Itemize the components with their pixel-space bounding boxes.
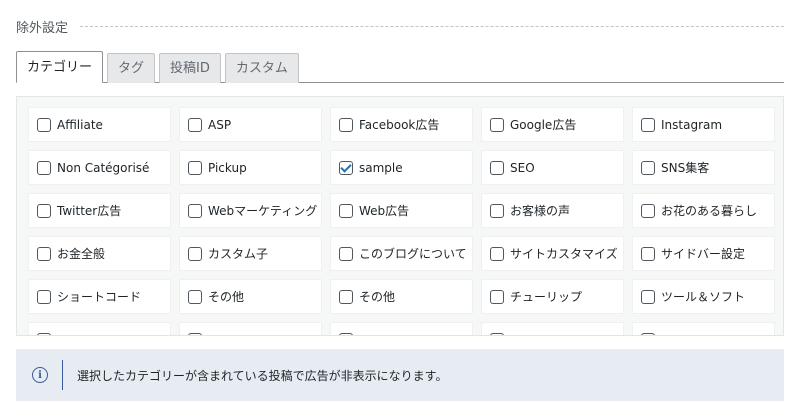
category-checkbox-item[interactable]: SEO — [481, 150, 624, 185]
category-checkbox-item[interactable]: Webマーケティング — [179, 193, 322, 228]
category-label: Web広告 — [359, 204, 410, 218]
category-grid: Affiliate ASP Facebook広告 Google広告 Instagram N… — [28, 107, 775, 335]
checkbox[interactable] — [641, 117, 655, 132]
category-checkbox-item[interactable]: カスタム子 — [179, 236, 322, 271]
notice-text: 選択したカテゴリーが含まれている投稿で広告が非表示になります。 — [77, 368, 448, 383]
checkbox[interactable] — [37, 332, 51, 335]
category-label: Non Catégorisé — [57, 160, 150, 175]
tab-bar: カテゴリー タグ 投稿ID カスタム — [16, 51, 303, 83]
checkbox[interactable] — [188, 289, 202, 304]
section-header: 除外設定 — [16, 16, 784, 36]
category-label: Google広告 — [510, 118, 577, 132]
category-checkbox-item[interactable]: SNS集客 — [632, 150, 775, 185]
category-checkbox-item[interactable] — [481, 322, 624, 335]
category-checkbox-item[interactable]: お客様の声 — [481, 193, 624, 228]
category-checkbox-item[interactable]: Google広告 — [481, 107, 624, 142]
section-title: 除外設定 — [16, 20, 69, 36]
category-checkbox-item[interactable]: サイドバー設定 — [632, 236, 775, 271]
category-label: Twitter広告 — [57, 204, 122, 218]
category-label: Instagram — [661, 117, 723, 132]
checkbox[interactable] — [641, 332, 655, 335]
category-label: sample — [359, 160, 403, 175]
category-label: サイトカスタマイズ — [510, 247, 618, 261]
category-checkbox-item[interactable]: その他 — [179, 279, 322, 314]
category-checkbox-item[interactable]: Twitter広告 — [28, 193, 171, 228]
checkbox[interactable] — [339, 246, 353, 261]
category-checkbox-item[interactable] — [179, 322, 322, 335]
info-notice: i 選択したカテゴリーが含まれている投稿で広告が非表示になります。 — [16, 349, 784, 401]
checkbox[interactable] — [37, 203, 51, 218]
checkbox[interactable] — [37, 246, 51, 261]
category-checkbox-item[interactable]: Non Catégorisé — [28, 150, 171, 185]
checkbox[interactable] — [37, 289, 51, 304]
category-label: お花のある暮らし — [661, 204, 758, 218]
category-label: その他 — [359, 290, 396, 304]
category-label: ツール＆ソフト — [661, 290, 746, 304]
checkbox[interactable] — [490, 117, 504, 132]
category-checkbox-item[interactable] — [330, 322, 473, 335]
category-checkbox-item[interactable]: Pickup — [179, 150, 322, 185]
category-checkbox-item[interactable]: ツール＆ソフト — [632, 279, 775, 314]
checkbox[interactable] — [339, 332, 353, 335]
category-label: SNS集客 — [661, 161, 710, 175]
checkbox[interactable] — [339, 117, 353, 132]
checkbox[interactable] — [188, 117, 202, 132]
category-label: Affiliate — [57, 117, 103, 132]
category-checkbox-item[interactable]: Affiliate — [28, 107, 171, 142]
checkbox[interactable] — [188, 332, 202, 335]
category-label: SEO — [510, 160, 535, 175]
checkbox[interactable] — [490, 246, 504, 261]
info-icon: i — [32, 367, 48, 383]
tab-custom[interactable]: カスタム — [224, 53, 299, 83]
category-checklist[interactable]: Affiliate ASP Facebook広告 Google広告 Instagram N… — [16, 96, 784, 336]
checkbox[interactable] — [37, 160, 51, 175]
category-label: その他 — [208, 290, 245, 304]
category-label: Pickup — [208, 160, 247, 175]
section-divider — [80, 25, 784, 27]
category-checkbox-item[interactable]: ショートコード — [28, 279, 171, 314]
category-label: お客様の声 — [510, 204, 571, 218]
checkbox[interactable] — [641, 160, 655, 175]
checkbox[interactable] — [641, 289, 655, 304]
tab-tag[interactable]: タグ — [107, 53, 156, 83]
category-label: チューリップ — [510, 290, 583, 304]
checkbox[interactable] — [641, 246, 655, 261]
category-label: カスタム子 — [208, 247, 269, 261]
category-checkbox-item[interactable]: その他 — [330, 279, 473, 314]
category-checkbox-item[interactable] — [28, 322, 171, 335]
tab-category[interactable]: カテゴリー — [16, 51, 104, 83]
checkbox[interactable] — [490, 160, 504, 175]
checkbox[interactable] — [339, 289, 353, 304]
checkbox[interactable] — [490, 203, 504, 218]
notice-divider — [62, 360, 63, 390]
checkbox[interactable] — [490, 289, 504, 304]
checkbox[interactable] — [339, 160, 353, 175]
category-label: サイドバー設定 — [661, 247, 746, 261]
checkbox[interactable] — [490, 332, 504, 335]
category-checkbox-item[interactable]: お花のある暮らし — [632, 193, 775, 228]
category-checkbox-item[interactable]: サイトカスタマイズ — [481, 236, 624, 271]
category-label: お金全般 — [57, 247, 106, 261]
category-checkbox-item[interactable]: sample — [330, 150, 473, 185]
category-checkbox-item[interactable]: チューリップ — [481, 279, 624, 314]
category-label: ショートコード — [57, 290, 142, 304]
category-label: ASP — [208, 117, 232, 132]
checkbox[interactable] — [37, 117, 51, 132]
category-checkbox-item[interactable]: このブログについて — [330, 236, 473, 271]
category-label: Webマーケティング — [208, 204, 318, 218]
checkbox[interactable] — [339, 203, 353, 218]
category-label: このブログについて — [359, 247, 467, 261]
category-checkbox-item[interactable]: Facebook広告 — [330, 107, 473, 142]
category-checkbox-item[interactable]: ASP — [179, 107, 322, 142]
checkbox[interactable] — [641, 203, 655, 218]
category-checkbox-item[interactable]: Web広告 — [330, 193, 473, 228]
checkbox[interactable] — [188, 203, 202, 218]
tab-post-id[interactable]: 投稿ID — [159, 53, 221, 83]
category-label: Facebook広告 — [359, 118, 440, 132]
checkbox[interactable] — [188, 160, 202, 175]
checkbox[interactable] — [188, 246, 202, 261]
category-checkbox-item[interactable]: Instagram — [632, 107, 775, 142]
category-checkbox-item[interactable] — [632, 322, 775, 335]
category-checkbox-item[interactable]: お金全般 — [28, 236, 171, 271]
